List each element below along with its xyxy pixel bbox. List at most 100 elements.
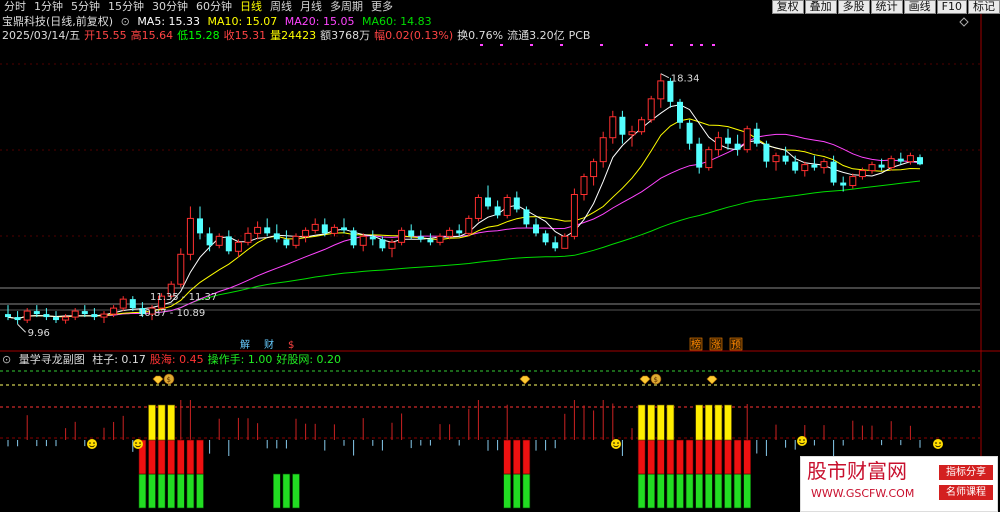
event-marker: 财 — [264, 338, 274, 351]
red-signal-block — [733, 439, 742, 475]
tab-5min[interactable]: 5分钟 — [67, 0, 104, 14]
candle-body — [14, 317, 21, 321]
green-signal-block — [685, 473, 694, 509]
restore-rights-button[interactable]: 复权 — [771, 0, 804, 14]
multi-stock-button[interactable]: 多股 — [837, 0, 870, 14]
candle-body — [734, 143, 741, 150]
green-signal-block — [157, 473, 166, 509]
low-pointer — [17, 323, 26, 333]
candle-body — [119, 298, 127, 309]
red-signal-block — [637, 439, 646, 475]
candle-body — [43, 314, 50, 318]
candle-body — [743, 128, 751, 151]
tab-15min[interactable]: 15分钟 — [104, 0, 148, 14]
quote-item: 2025/03/14/五 — [2, 29, 81, 42]
green-signal-block — [695, 473, 704, 509]
svg-text:$: $ — [167, 376, 171, 384]
yellow-signal-block — [157, 404, 166, 441]
candle-body — [465, 217, 473, 234]
signal-dot — [645, 44, 648, 46]
tab-60min[interactable]: 60分钟 — [192, 0, 236, 14]
candle-body — [273, 233, 280, 240]
green-signal-block — [167, 473, 175, 509]
stock-chart-window: 分时 1分钟 5分钟 15分钟 30分钟 60分钟 日线 周线 月线 多周期 更… — [0, 0, 1000, 512]
green-signal-block — [138, 473, 147, 509]
candle-body — [523, 209, 530, 225]
indicator-value: 好股网: 0.20 — [276, 353, 342, 366]
smiley-icon — [611, 439, 621, 449]
candle-body — [427, 239, 434, 243]
green-signal-block — [148, 473, 156, 509]
red-signal-block — [695, 439, 704, 475]
indicator-value: 股海: 0.45 — [149, 353, 204, 366]
candle-body — [590, 161, 598, 178]
smiley-icon — [87, 439, 97, 449]
draw-line-button[interactable]: 画线 — [903, 0, 936, 14]
tab-multi-period[interactable]: 多周期 — [326, 0, 367, 14]
candle-body — [858, 170, 866, 178]
candle-body — [811, 164, 818, 168]
quote-item: 低15.28 — [177, 29, 220, 42]
candle-body — [868, 164, 876, 172]
tab-monthly[interactable]: 月线 — [296, 0, 326, 14]
signal-dot — [480, 44, 483, 46]
high-label: 18.34 — [671, 74, 700, 85]
candle-body — [792, 161, 799, 171]
tab-intraday[interactable]: 分时 — [0, 0, 30, 14]
indicator-toggle-icon[interactable]: ⊙ — [2, 353, 11, 366]
yellow-signal-block — [704, 404, 713, 441]
tab-daily[interactable]: 日线 — [236, 0, 266, 14]
mark-button[interactable]: 标记 — [968, 0, 1000, 14]
candle-body — [619, 116, 626, 135]
candle-body — [234, 241, 242, 252]
settings-diamond-icon — [959, 17, 969, 27]
candle-body — [878, 164, 885, 168]
quote-item: PCB — [568, 29, 591, 42]
event-marker: 预 — [731, 339, 741, 351]
tab-30min[interactable]: 30分钟 — [148, 0, 192, 14]
green-signal-block — [647, 473, 656, 509]
collapse-icon[interactable]: ⊙ — [121, 15, 130, 28]
high-pointer — [660, 73, 670, 79]
candle-body — [533, 224, 539, 234]
candle-body — [782, 155, 789, 162]
f10-button[interactable]: F10 — [936, 0, 967, 14]
candle-body — [830, 161, 837, 183]
ma20-line — [7, 133, 921, 320]
green-signal-block — [186, 473, 195, 509]
candle-body — [254, 226, 262, 234]
red-signal-block — [666, 439, 675, 475]
tab-weekly[interactable]: 周线 — [266, 0, 296, 14]
green-signal-block — [512, 473, 521, 509]
candle-body — [264, 227, 271, 234]
candle-body — [542, 233, 549, 243]
candle-body — [311, 223, 319, 231]
candle-body — [62, 316, 70, 321]
candle-body — [292, 235, 300, 246]
green-signal-block — [177, 473, 185, 509]
yellow-signal-block — [647, 404, 656, 441]
statistics-button[interactable]: 统计 — [870, 0, 903, 14]
tab-1min[interactable]: 1分钟 — [30, 0, 67, 14]
smiley-icon — [933, 439, 943, 449]
candle-body — [686, 122, 693, 144]
quote-item: 量24423 — [270, 29, 317, 42]
red-signal-block — [656, 439, 665, 475]
green-signal-block — [637, 473, 646, 509]
overlay-button[interactable]: 叠加 — [804, 0, 837, 14]
candle-body — [33, 311, 40, 315]
candle-body — [302, 229, 310, 237]
low-label: 9.96 — [28, 328, 50, 339]
ma5-line — [7, 104, 920, 320]
candle-body — [71, 310, 79, 318]
candle-body — [494, 206, 501, 216]
candle-body — [772, 155, 780, 163]
candle-body — [341, 227, 347, 231]
yellow-signal-block — [695, 404, 704, 441]
price-chart[interactable]: 18.34 9.96 11.35 - 11.37 10.87 - 10.89 解 财 $ 榜涨… — [0, 14, 1000, 352]
signal-dot — [530, 44, 533, 46]
support-label: 11.35 - 11.37 — [150, 292, 217, 303]
tab-more[interactable]: 更多 — [367, 0, 397, 14]
candle-body — [369, 236, 376, 240]
candle-body — [725, 137, 731, 144]
